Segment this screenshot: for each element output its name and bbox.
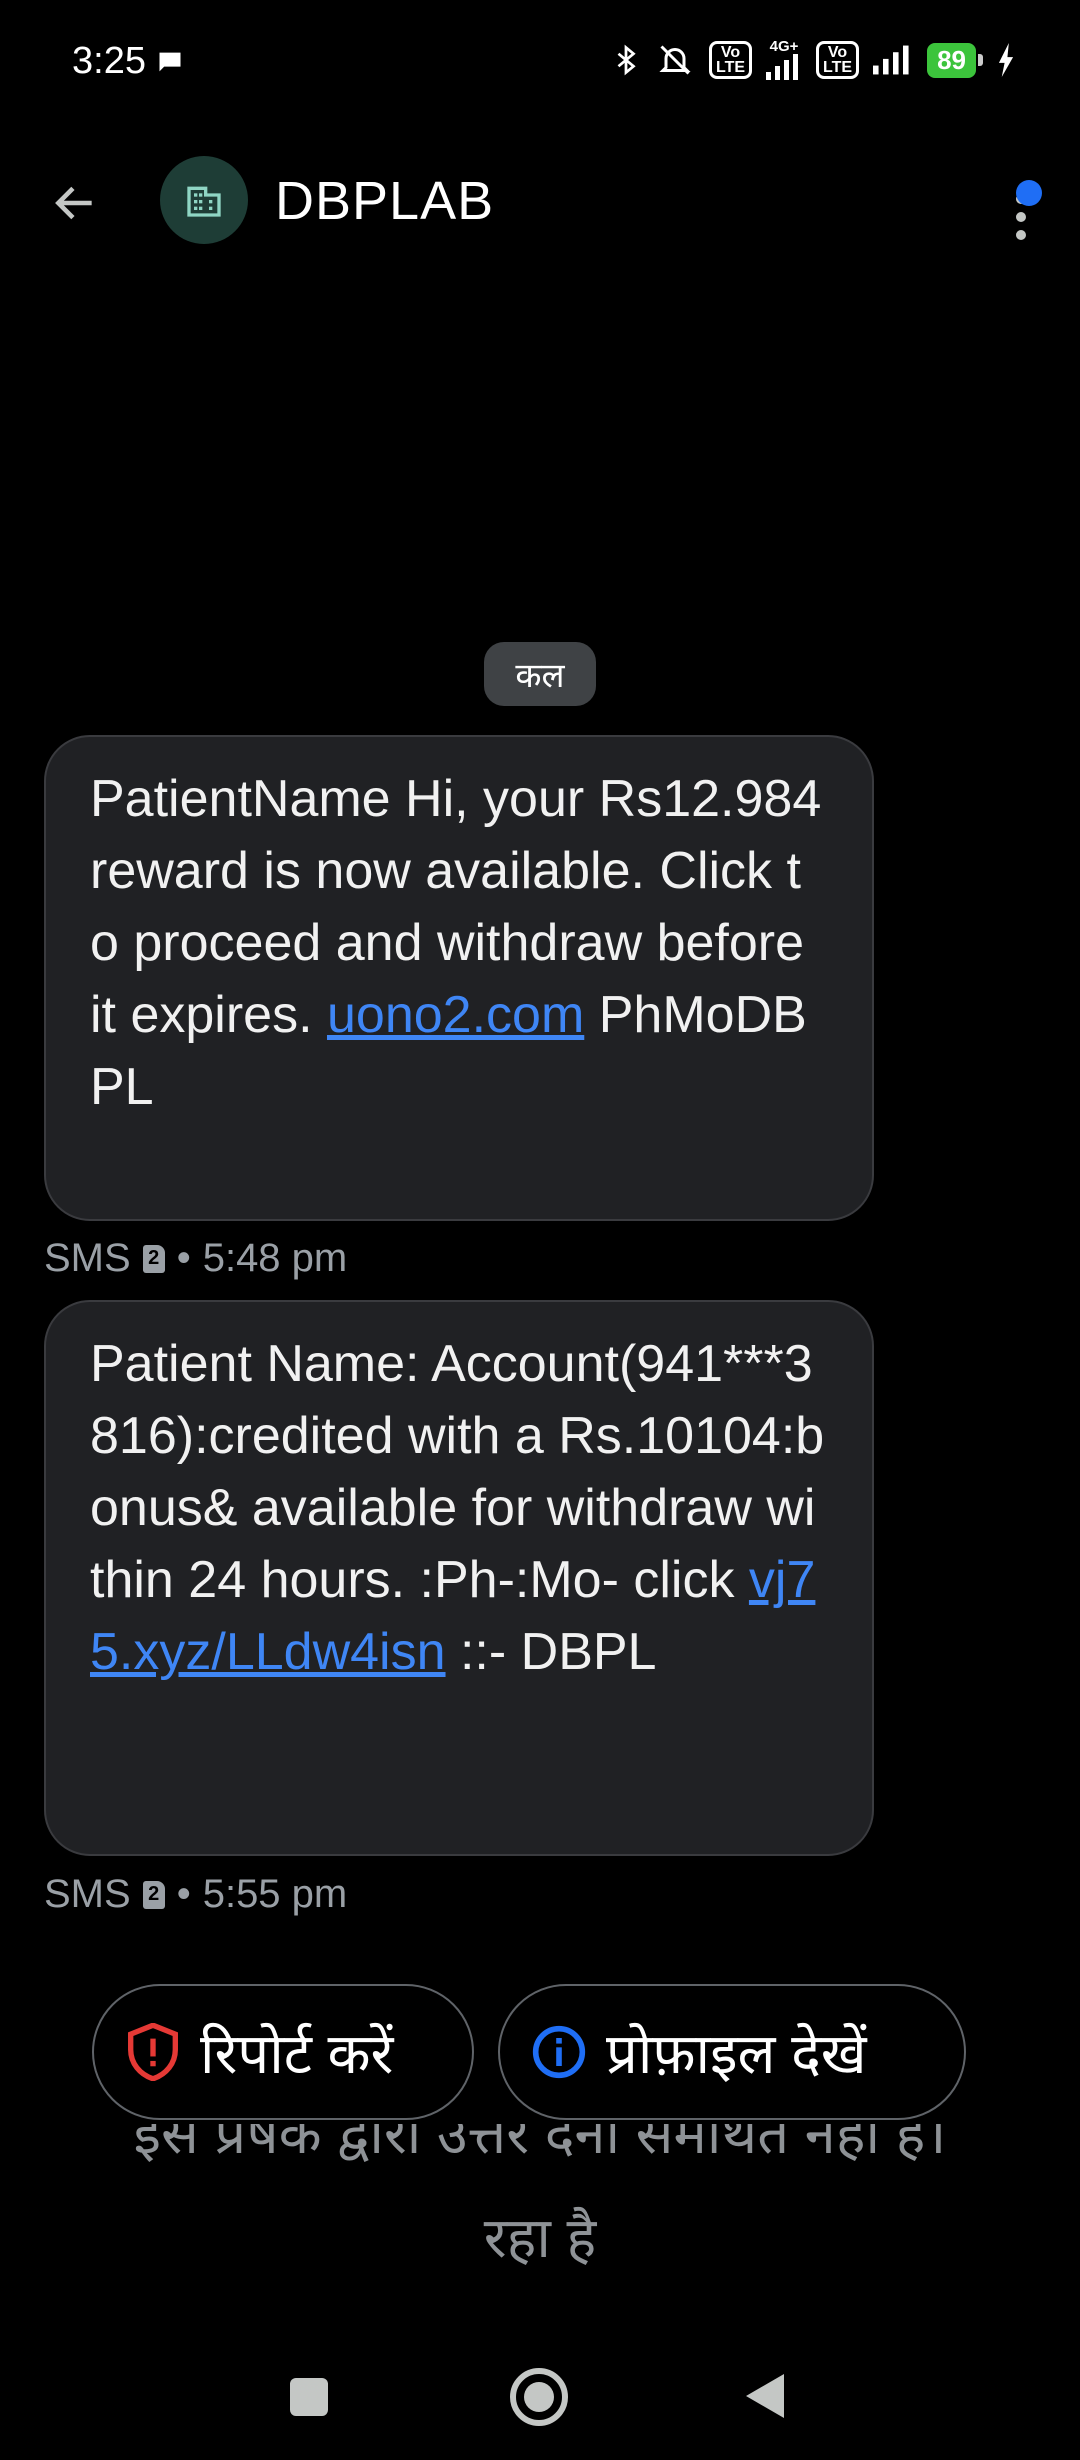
signal-1: 4G+ — [766, 38, 802, 80]
bluetooth-icon — [617, 44, 636, 76]
app-bar: DBPLAB — [0, 140, 1080, 256]
recent-apps-button[interactable] — [290, 2378, 328, 2416]
report-label: रिपोर्ट करें — [200, 2022, 394, 2085]
notice-text-line1: इस प्रेषक द्वारा उत्तर देना समर्थित नहीं… — [133, 2124, 947, 2165]
building-icon — [187, 186, 221, 217]
message-type: SMS — [44, 1872, 131, 1916]
message-time: 5:55 pm — [202, 1872, 348, 1916]
message-type: SMS — [44, 1236, 131, 1280]
charging-bolt-icon — [998, 43, 1014, 77]
more-options-button[interactable] — [982, 166, 1052, 246]
view-profile-button[interactable]: प्रोफ़ाइल देखें — [498, 1984, 966, 2120]
status-time: 3:25 — [72, 40, 184, 83]
contact-name[interactable]: DBPLAB — [275, 170, 494, 232]
message-link[interactable]: uono2.com — [327, 986, 584, 1044]
status-bar: 3:25 Vo LTE 4G+ Vo LTE 89 — [0, 0, 1080, 130]
message-bubble[interactable]: Patient Name: Account(941***3816):credit… — [44, 1300, 874, 1856]
home-button[interactable] — [510, 2368, 568, 2426]
message-time: 5:48 pm — [202, 1236, 348, 1280]
message-meta: SMS 2 • 5:48 pm — [44, 1236, 347, 1281]
reply-unsupported-notice: इस प्रेषक द्वारा उत्तर देना समर्थित नहीं… — [0, 2124, 1080, 2166]
profile-label: प्रोफ़ाइल देखें — [606, 2022, 867, 2085]
chat-bubble-icon — [159, 52, 181, 71]
message-meta: SMS 2 • 5:55 pm — [44, 1872, 347, 1917]
contact-avatar[interactable] — [160, 156, 248, 244]
info-icon — [530, 2023, 588, 2081]
signal-bars-icon — [766, 54, 799, 80]
signal-bars-icon-2 — [873, 45, 909, 75]
notification-dot — [1016, 180, 1042, 206]
report-button[interactable]: रिपोर्ट करें — [92, 1984, 474, 2120]
date-divider: कल — [484, 642, 596, 706]
shield-alert-icon — [124, 2023, 182, 2081]
message-text-tail: ::- DBPL — [445, 1623, 657, 1681]
nav-back-button[interactable] — [746, 2374, 784, 2418]
back-button[interactable] — [40, 168, 110, 238]
bell-muted-icon — [659, 45, 691, 75]
volte-badge-2: Vo LTE — [816, 41, 860, 79]
volte-badge-1: Vo LTE — [709, 41, 753, 79]
sim-icon: 2 — [142, 1244, 165, 1273]
message-text: Patient Name: Account(941***3816):credit… — [90, 1335, 825, 1609]
notice-text-line2: रहा है — [483, 2206, 597, 2269]
clock: 3:25 — [72, 40, 146, 82]
home-icon — [524, 2382, 554, 2412]
message-bubble[interactable]: PatientName Hi, your Rs12.984 reward is … — [44, 735, 874, 1221]
battery-badge: 89 — [927, 42, 983, 78]
status-icons: Vo LTE 4G+ Vo LTE 89 — [611, 38, 1016, 80]
arrow-left-icon — [55, 186, 92, 220]
sim-icon: 2 — [142, 1880, 165, 1909]
system-nav-bar — [0, 2340, 1080, 2450]
meta-separator: • — [176, 1872, 191, 1916]
network-type-label: 4G+ — [769, 38, 799, 55]
meta-separator: • — [176, 1236, 191, 1280]
